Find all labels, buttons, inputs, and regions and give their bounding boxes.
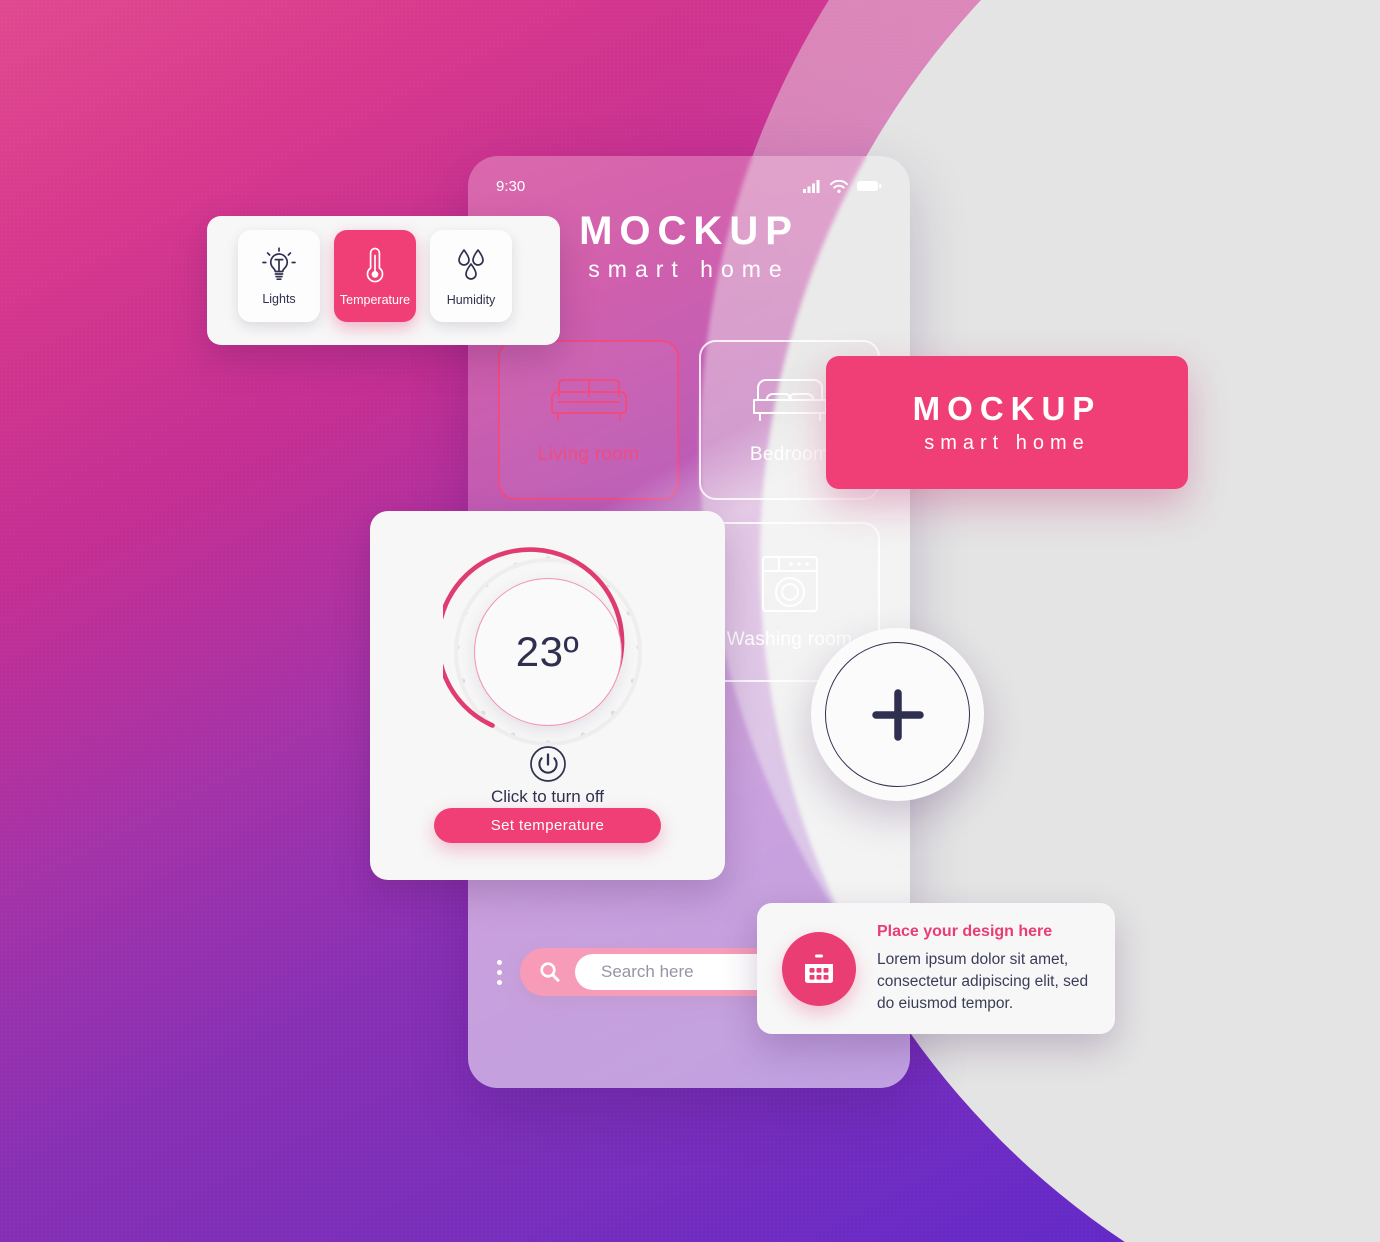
control-tile-label: Humidity xyxy=(446,292,496,307)
washing-machine-icon xyxy=(761,556,818,612)
room-label: Washing room xyxy=(726,629,853,650)
info-card-heading: Place your design here xyxy=(877,922,1053,940)
calendar-icon xyxy=(782,931,856,1006)
control-tile-humidity[interactable]: Humidity xyxy=(430,230,512,322)
power-icon[interactable] xyxy=(529,745,567,788)
mockup-banner: MOCKUP smart home xyxy=(826,356,1188,489)
status-icon-group xyxy=(803,179,882,193)
lightbulb-icon xyxy=(262,246,296,280)
room-label: Bedroom xyxy=(749,444,830,465)
thermostat-card: 23º Click to turn off Set temperature xyxy=(370,511,725,880)
add-button[interactable] xyxy=(811,628,984,801)
wifi-icon xyxy=(830,179,848,193)
status-time: 9:30 xyxy=(496,177,526,195)
status-bar: 9:30 xyxy=(468,172,910,200)
temperature-value: 23º xyxy=(515,628,580,675)
plus-icon xyxy=(871,688,924,741)
add-button-ring xyxy=(825,642,970,787)
set-temperature-button[interactable]: Set temperature xyxy=(434,808,661,843)
info-card-body: Lorem ipsum dolor sit amet, consectetur … xyxy=(877,950,1089,1012)
mockup-stage: 9:30 MOCKUP smart home Living room Bedro… xyxy=(0,0,1380,1242)
control-tile-label: Lights xyxy=(262,291,296,306)
control-tile-lights[interactable]: Lights xyxy=(238,230,320,322)
room-label: Living room xyxy=(537,444,640,465)
thermometer-icon xyxy=(366,247,384,282)
search-icon xyxy=(540,962,560,982)
control-tile-label: Temperature xyxy=(339,292,411,307)
power-caption: Click to turn off xyxy=(490,787,605,806)
info-card: Place your design here Lorem ipsum dolor… xyxy=(757,903,1115,1034)
dial-inner-face: 23º xyxy=(473,578,622,726)
temperature-dial[interactable]: 23º xyxy=(442,547,653,757)
room-card-living-room[interactable]: Living room xyxy=(498,340,679,500)
water-drops-icon xyxy=(458,248,484,280)
sofa-icon xyxy=(550,379,627,421)
control-tile-temperature[interactable]: Temperature xyxy=(334,230,416,322)
control-panel-card: Lights Temperature Humidity xyxy=(207,216,560,345)
info-card-text: Place your design here Lorem ipsum dolor… xyxy=(877,923,1091,1015)
signal-bars-icon xyxy=(803,179,820,193)
banner-title: MOCKUP xyxy=(912,390,1102,427)
bed-icon xyxy=(752,379,827,421)
banner-subtitle: smart home xyxy=(924,432,1090,454)
kebab-menu-icon[interactable] xyxy=(494,956,505,989)
battery-icon xyxy=(857,181,882,191)
